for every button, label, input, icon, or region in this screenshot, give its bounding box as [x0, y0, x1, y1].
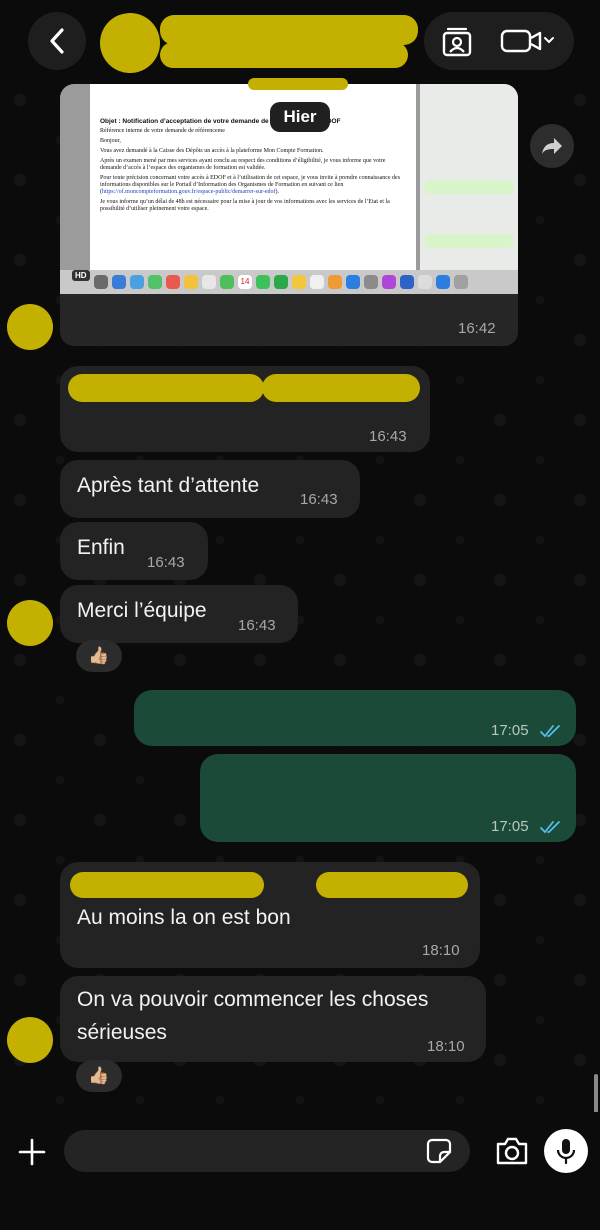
message-time: 18:10: [422, 942, 460, 959]
contact-avatar[interactable]: [100, 13, 160, 73]
hd-badge: HD: [72, 270, 90, 281]
chevron-left-icon: [50, 28, 64, 54]
document-paragraph: Je vous informe qu’un délai de 48h est n…: [100, 199, 390, 212]
sticker-icon[interactable]: [426, 1138, 452, 1164]
scroll-indicator[interactable]: [594, 1074, 598, 1114]
message-text: Après tant d’attente: [77, 474, 260, 497]
sender-avatar[interactable]: [7, 600, 53, 646]
back-button[interactable]: [28, 12, 86, 70]
redacted-text: [68, 374, 264, 402]
contact-card-icon[interactable]: [440, 24, 474, 58]
message-bubble-incoming[interactable]: Au moins la on est bon 18:10: [60, 862, 480, 968]
document-paragraph: Pour toute précision concernant votre ac…: [100, 175, 401, 195]
call-actions: [424, 12, 574, 70]
reaction-thumbs-up[interactable]: 👍🏼: [76, 1060, 122, 1092]
document-link: https://of.moncompteformation.gouv.fr/es…: [102, 189, 276, 195]
message-bubble-incoming[interactable]: On va pouvoir commencer les choses série…: [60, 976, 486, 1062]
message-bubble-outgoing[interactable]: 17:05: [200, 754, 576, 842]
message-time: 16:43: [238, 617, 276, 634]
redacted-text: [248, 78, 348, 90]
message-time: 16:43: [369, 428, 407, 445]
mac-dock: 14: [60, 270, 518, 294]
message-text: On va pouvoir commencer les choses: [77, 988, 429, 1011]
document-reference: Référence interne de votre demande de ré…: [100, 128, 225, 134]
message-text: Au moins la on est bon: [77, 906, 291, 929]
forward-button[interactable]: [530, 124, 574, 168]
redacted-text: [316, 872, 468, 898]
message-bubble-incoming[interactable]: 16:43: [60, 366, 430, 452]
document-page: Objet : Notification d’acceptation de vo…: [90, 84, 416, 270]
message-time: 16:43: [300, 491, 338, 508]
message-time: 18:10: [427, 1038, 465, 1055]
document-paragraph: Vous avez demandé à la Caisse des Dépôts…: [100, 148, 324, 154]
redacted-text: [262, 374, 420, 402]
background-window: [420, 84, 518, 270]
read-receipt-icon: [540, 821, 560, 834]
reaction-thumbs-up[interactable]: 👍🏼: [76, 640, 122, 672]
message-bubble-incoming[interactable]: Après tant d’attente 16:43: [60, 460, 360, 518]
document-paragraph: Après un examen mené par mes services ay…: [100, 158, 386, 171]
attach-button[interactable]: [14, 1134, 50, 1170]
message-text: Enfin: [77, 536, 125, 559]
plus-icon: [18, 1138, 46, 1166]
camera-icon[interactable]: [494, 1134, 530, 1168]
message-time: 16:43: [147, 554, 185, 571]
message-time: 16:42: [458, 320, 496, 337]
contact-status-redacted: [160, 42, 408, 68]
document-subject: Objet : Notification d’acceptation de vo…: [100, 118, 341, 125]
message-input[interactable]: [64, 1130, 470, 1172]
video-camera-icon[interactable]: [500, 28, 556, 54]
voice-message-button[interactable]: [544, 1129, 588, 1173]
read-receipt-icon: [540, 725, 560, 738]
date-separator: Hier: [270, 102, 330, 132]
sender-avatar[interactable]: [7, 304, 53, 350]
message-bubble-incoming[interactable]: Merci l’équipe 16:43: [60, 585, 298, 643]
document-greeting: Bonjour,: [100, 138, 121, 144]
forward-arrow-icon: [542, 138, 562, 154]
chat-header: [0, 0, 600, 86]
message-text: Merci l’équipe: [77, 599, 207, 622]
sender-avatar[interactable]: [7, 1017, 53, 1063]
contact-name-redacted[interactable]: [160, 15, 418, 45]
message-time: 17:05: [491, 818, 529, 835]
redacted-text: [70, 872, 264, 898]
message-time: 17:05: [491, 722, 529, 739]
microphone-icon: [556, 1139, 576, 1165]
message-text: sérieuses: [77, 1021, 167, 1044]
message-bubble-outgoing[interactable]: 17:05: [134, 690, 576, 746]
message-bubble-incoming[interactable]: Enfin 16:43: [60, 522, 208, 580]
